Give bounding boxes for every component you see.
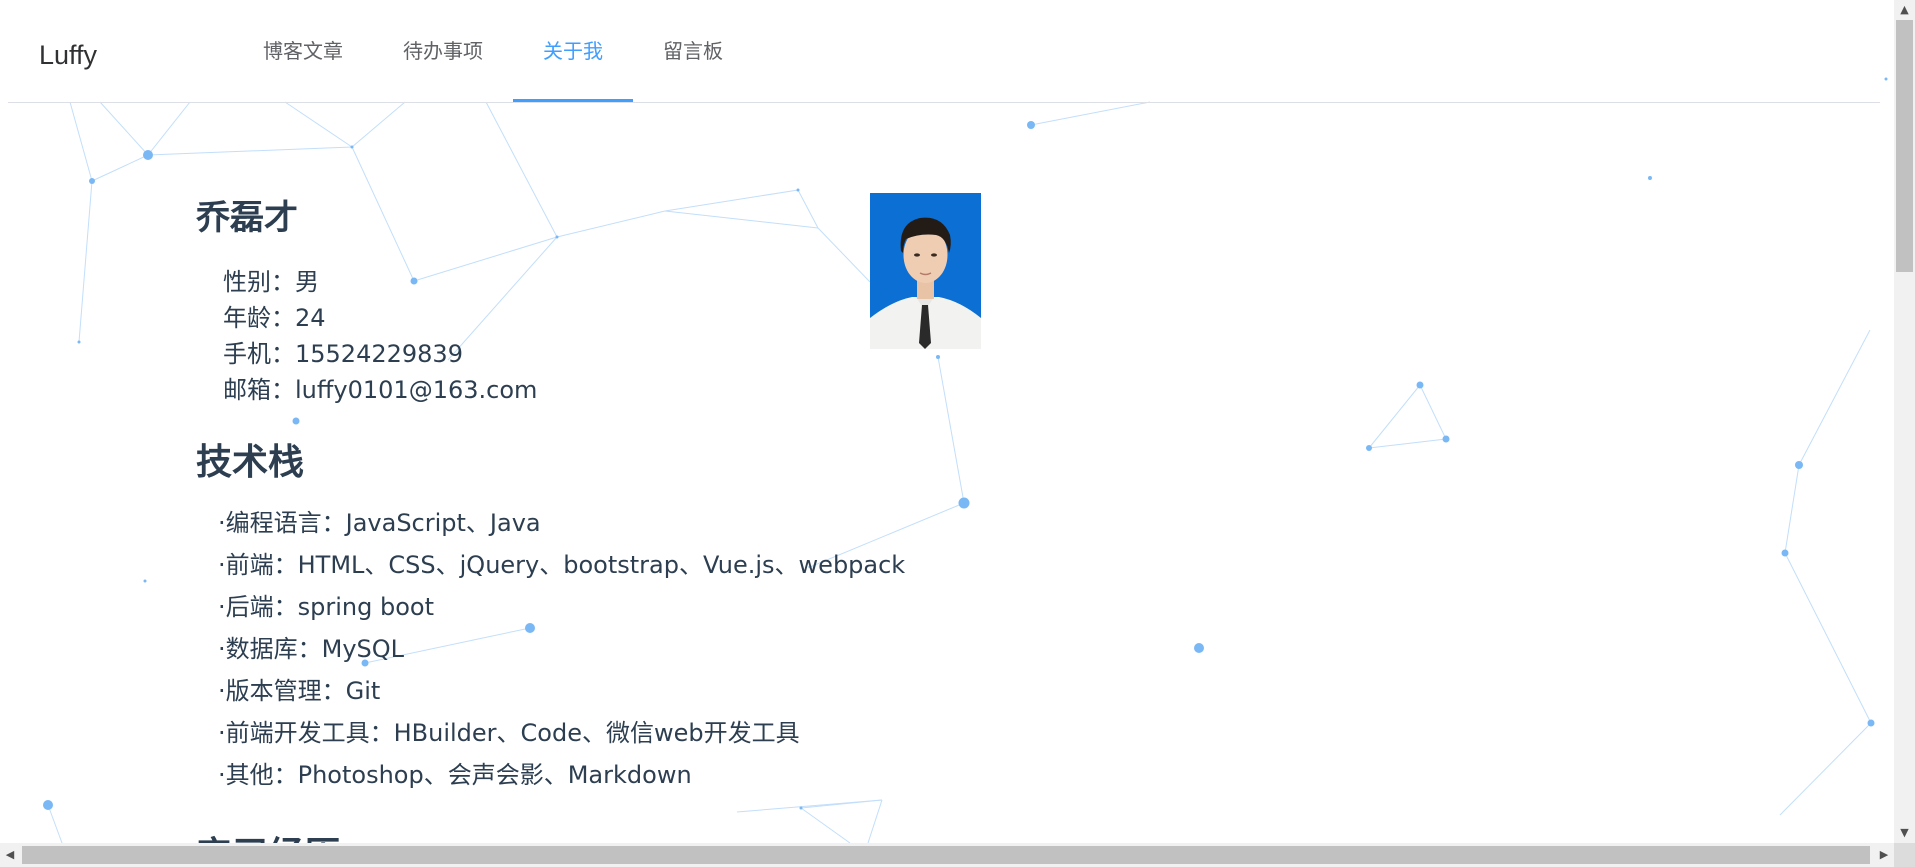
internship-section-title: 实习经历 (196, 826, 340, 843)
main-nav: 博客文章 待办事项 关于我 留言板 (233, 0, 753, 102)
vertical-scroll-thumb[interactable] (1896, 20, 1913, 272)
info-label: 性别： (223, 268, 295, 296)
list-item: ·编程语言：JavaScript、Java (218, 509, 541, 537)
brand-logo[interactable]: Luffy (39, 40, 97, 71)
triangle-up-icon[interactable]: ▲ (1894, 0, 1915, 20)
list-item: ·版本管理：Git (218, 677, 381, 705)
info-value: 24 (295, 304, 326, 332)
info-row-gender: 性别：男 (223, 264, 537, 300)
triangle-left-icon[interactable]: ◀ (0, 843, 20, 867)
page-viewport: Luffy 博客文章 待办事项 关于我 留言板 乔磊才 性别：男 年龄：24 手… (0, 0, 1894, 843)
nav-item-about[interactable]: 关于我 (513, 0, 633, 102)
nav-item-todo[interactable]: 待办事项 (373, 0, 513, 102)
info-value: 男 (295, 268, 319, 296)
triangle-right-icon[interactable]: ▶ (1874, 843, 1894, 867)
info-label: 邮箱： (223, 376, 295, 404)
tech-stack-title: 技术栈 (196, 442, 305, 483)
info-row-age: 年龄：24 (223, 300, 537, 336)
profile-name: 乔磊才 (196, 198, 298, 238)
list-item: ·后端：spring boot (218, 593, 434, 621)
info-value: 15524229839 (295, 340, 463, 368)
list-item: ·前端：HTML、CSS、jQuery、bootstrap、Vue.js、web… (218, 551, 906, 579)
triangle-down-icon[interactable]: ▼ (1894, 823, 1915, 843)
tech-stack-list: ·编程语言：JavaScript、Java ·前端：HTML、CSS、jQuer… (218, 502, 905, 796)
vertical-scrollbar[interactable]: ▲ ▼ (1894, 0, 1915, 843)
profile-info-list: 性别：男 年龄：24 手机：15524229839 邮箱：luffy0101@1… (223, 264, 537, 408)
top-navbar: Luffy 博客文章 待办事项 关于我 留言板 (8, 0, 1880, 103)
list-item: ·前端开发工具：HBuilder、Code、微信web开发工具 (218, 719, 800, 747)
nav-item-guestbook[interactable]: 留言板 (633, 0, 753, 102)
info-label: 手机： (223, 340, 295, 368)
info-row-email: 邮箱：luffy0101@163.com (223, 372, 537, 408)
list-item: ·数据库：MySQL (218, 635, 405, 663)
nav-item-blog[interactable]: 博客文章 (233, 0, 373, 102)
list-item: ·其他：Photoshop、会声会影、Markdown (218, 761, 692, 789)
horizontal-scroll-thumb[interactable] (22, 846, 1870, 864)
profile-photo (870, 193, 981, 349)
scrollbar-corner (1894, 843, 1915, 867)
horizontal-scrollbar[interactable]: ◀ ▶ (0, 843, 1894, 867)
info-row-phone: 手机：15524229839 (223, 336, 537, 372)
info-label: 年龄： (223, 304, 295, 332)
portrait-illustration (870, 193, 981, 349)
info-value: luffy0101@163.com (295, 376, 538, 404)
